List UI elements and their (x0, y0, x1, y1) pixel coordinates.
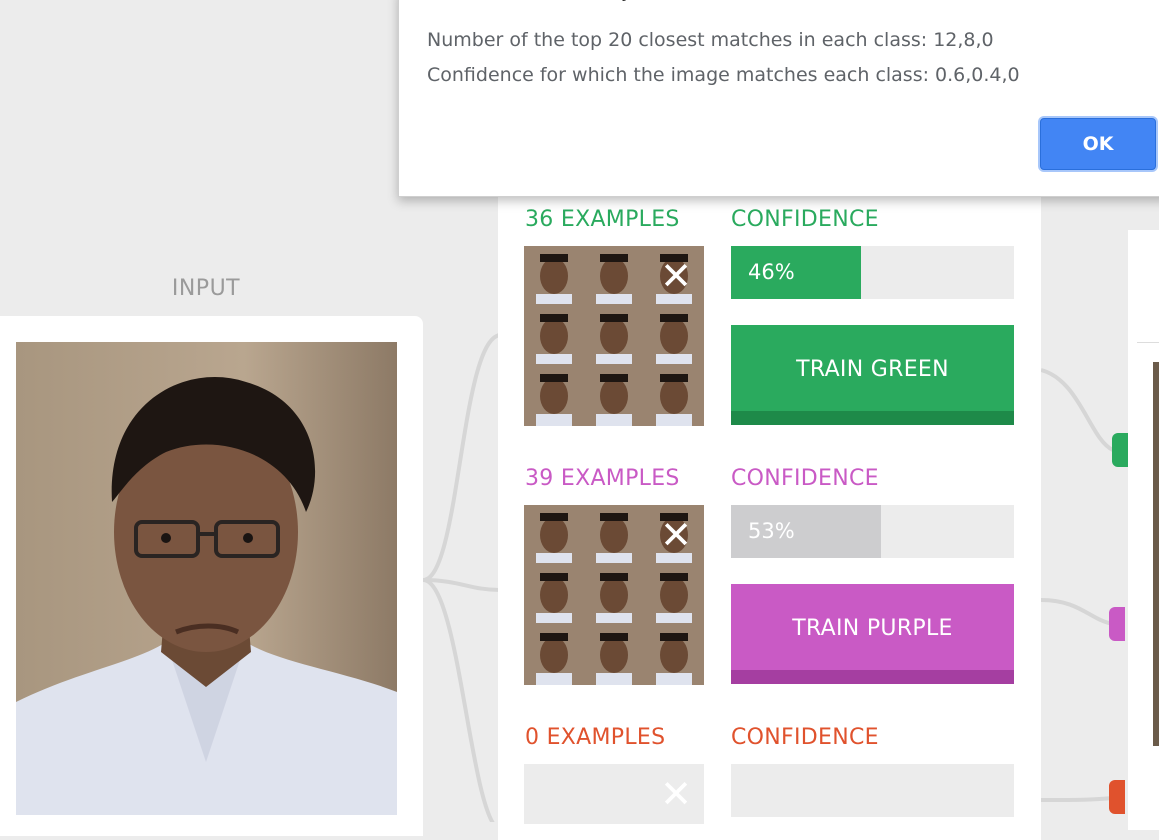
train-purple-label: TRAIN PURPLE (731, 584, 1014, 670)
dialog-message-line-2: Confidence for which the image matches e… (427, 64, 1020, 86)
green-confidence-value: 46% (748, 260, 795, 284)
train-green-label: TRAIN GREEN (731, 325, 1014, 411)
green-confidence-bar: 46% (731, 246, 1014, 299)
purple-confidence-label: CONFIDENCE (731, 466, 879, 491)
green-example-thumbnails: ✕ (524, 246, 704, 426)
orange-examples-count: 0 EXAMPLES (525, 725, 666, 750)
close-icon[interactable]: ✕ (658, 257, 694, 295)
output-divider (1137, 342, 1159, 343)
purple-output-tab (1109, 607, 1125, 641)
close-icon[interactable]: ✕ (658, 775, 694, 813)
train-purple-shade (731, 670, 1014, 684)
purple-examples-count: 39 EXAMPLES (525, 466, 680, 491)
orange-example-thumbnails: ✕ (524, 764, 704, 824)
orange-confidence-label: CONFIDENCE (731, 725, 879, 750)
orange-output-tab (1109, 780, 1125, 814)
green-examples-count: 36 EXAMPLES (525, 207, 680, 232)
purple-example-thumbnails: ✕ (524, 505, 704, 685)
green-output-tab (1112, 433, 1128, 467)
close-icon[interactable]: ✕ (658, 516, 694, 554)
dialog-message-line-1: Number of the top 20 closest matches in … (427, 29, 994, 51)
purple-confidence-value: 53% (748, 519, 795, 543)
orange-confidence-bar (731, 764, 1014, 817)
train-green-shade (731, 411, 1014, 425)
input-label: INPUT (171, 276, 241, 301)
train-green-button[interactable]: TRAIN GREEN (731, 325, 1014, 425)
webcam-image (16, 342, 397, 815)
webcam-feed (16, 342, 397, 815)
ok-button[interactable]: OK (1040, 118, 1156, 170)
dialog-title-fragment: y (621, 0, 661, 5)
green-confidence-label: CONFIDENCE (731, 207, 879, 232)
alert-dialog: y Number of the top 20 closest matches i… (398, 0, 1159, 197)
train-purple-button[interactable]: TRAIN PURPLE (731, 584, 1014, 684)
output-image-edge (1153, 362, 1159, 746)
purple-confidence-bar: 53% (731, 505, 1014, 558)
